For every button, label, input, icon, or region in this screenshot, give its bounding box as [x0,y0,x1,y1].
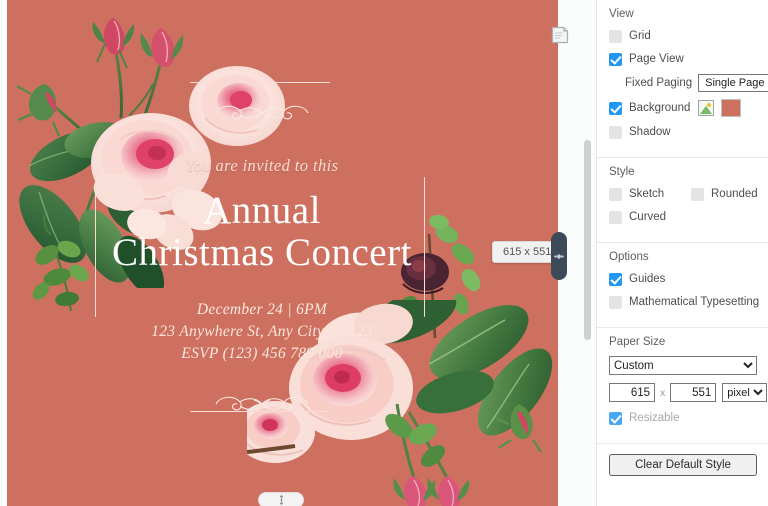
clear-default-style-button[interactable]: Clear Default Style [609,454,757,476]
section-style: Style Sketch Rounded Curved [597,157,768,242]
background-checkbox[interactable] [609,101,622,115]
mathematical-typesetting-checkbox[interactable] [609,295,622,309]
paper-width-input[interactable] [609,383,655,402]
resizable-label: Resizable [629,412,680,424]
up-down-arrow-icon [279,494,283,506]
row-background[interactable]: Background [609,99,758,117]
row-grid[interactable]: Grid [609,28,758,44]
row-shadow[interactable]: Shadow [609,124,758,140]
shadow-checkbox[interactable] [609,125,622,139]
curved-label: Curved [629,211,667,223]
left-right-arrow-icon [553,253,565,259]
page-view-label: Page View [629,53,684,65]
resizable-checkbox[interactable] [609,411,622,425]
row-resizable[interactable]: Resizable [609,410,758,426]
section-paper-size: Paper Size Custom x pixel Resizable [597,327,768,443]
mathematical-typesetting-label: Mathematical Typesetting [629,296,760,308]
page-sheet[interactable]: You are invited to this Annual Christmas… [7,0,558,506]
properties-side-panel: View Grid Page View Fixed Paging Single … [596,0,768,506]
section-options: Options Guides Mathematical Typesetting [597,242,768,327]
section-options-title: Options [609,251,649,263]
rounded-label: Rounded [711,188,758,200]
row-paper-dimensions: x pixel [609,383,768,402]
grid-checkbox[interactable] [609,29,622,43]
app-root: You are invited to this Annual Christmas… [0,0,768,506]
background-image-icon[interactable] [698,100,715,116]
row-sketch-rounded: Sketch Rounded [609,186,758,202]
sketch-checkbox[interactable] [609,187,622,201]
rounded-checkbox[interactable] [691,187,704,201]
page-document-icon[interactable] [551,26,569,44]
row-fixed-paging[interactable]: Fixed Paging Single Page [609,74,768,92]
shadow-label: Shadow [629,126,671,138]
fixed-paging-select[interactable]: Single Page [698,74,768,92]
resize-handle-right[interactable] [551,232,567,280]
paper-size-preset-select[interactable]: Custom [609,356,757,375]
canvas-vertical-scrollbar[interactable] [584,140,591,340]
octagon-frame-line [95,82,425,412]
paper-unit-select[interactable]: pixel [722,383,768,402]
row-curved[interactable]: Curved [609,209,758,225]
row-page-view[interactable]: Page View [609,51,758,67]
section-style-title: Style [609,166,635,178]
row-math-typesetting[interactable]: Mathematical Typesetting [609,294,760,310]
fixed-paging-label: Fixed Paging [625,77,693,89]
canvas-area[interactable]: You are invited to this Annual Christmas… [0,0,596,506]
guides-label: Guides [629,273,666,285]
section-view: View Grid Page View Fixed Paging Single … [597,0,768,157]
clear-default-style-block: Clear Default Style [597,443,768,486]
background-label: Background [629,102,691,114]
sketch-group[interactable]: Sketch [609,187,691,201]
section-paper-size-title: Paper Size [609,336,666,348]
resize-handle-bottom[interactable] [258,492,304,506]
section-view-title: View [609,8,634,20]
guides-checkbox[interactable] [609,272,622,286]
rounded-group[interactable]: Rounded [691,187,758,201]
sketch-label: Sketch [629,188,665,200]
row-guides[interactable]: Guides [609,271,758,287]
curved-checkbox[interactable] [609,210,622,224]
background-color-swatch[interactable] [721,99,742,117]
page-view-checkbox[interactable] [609,52,622,66]
grid-label: Grid [629,30,651,42]
dimension-separator: x [660,386,666,399]
paper-height-input[interactable] [670,383,717,402]
